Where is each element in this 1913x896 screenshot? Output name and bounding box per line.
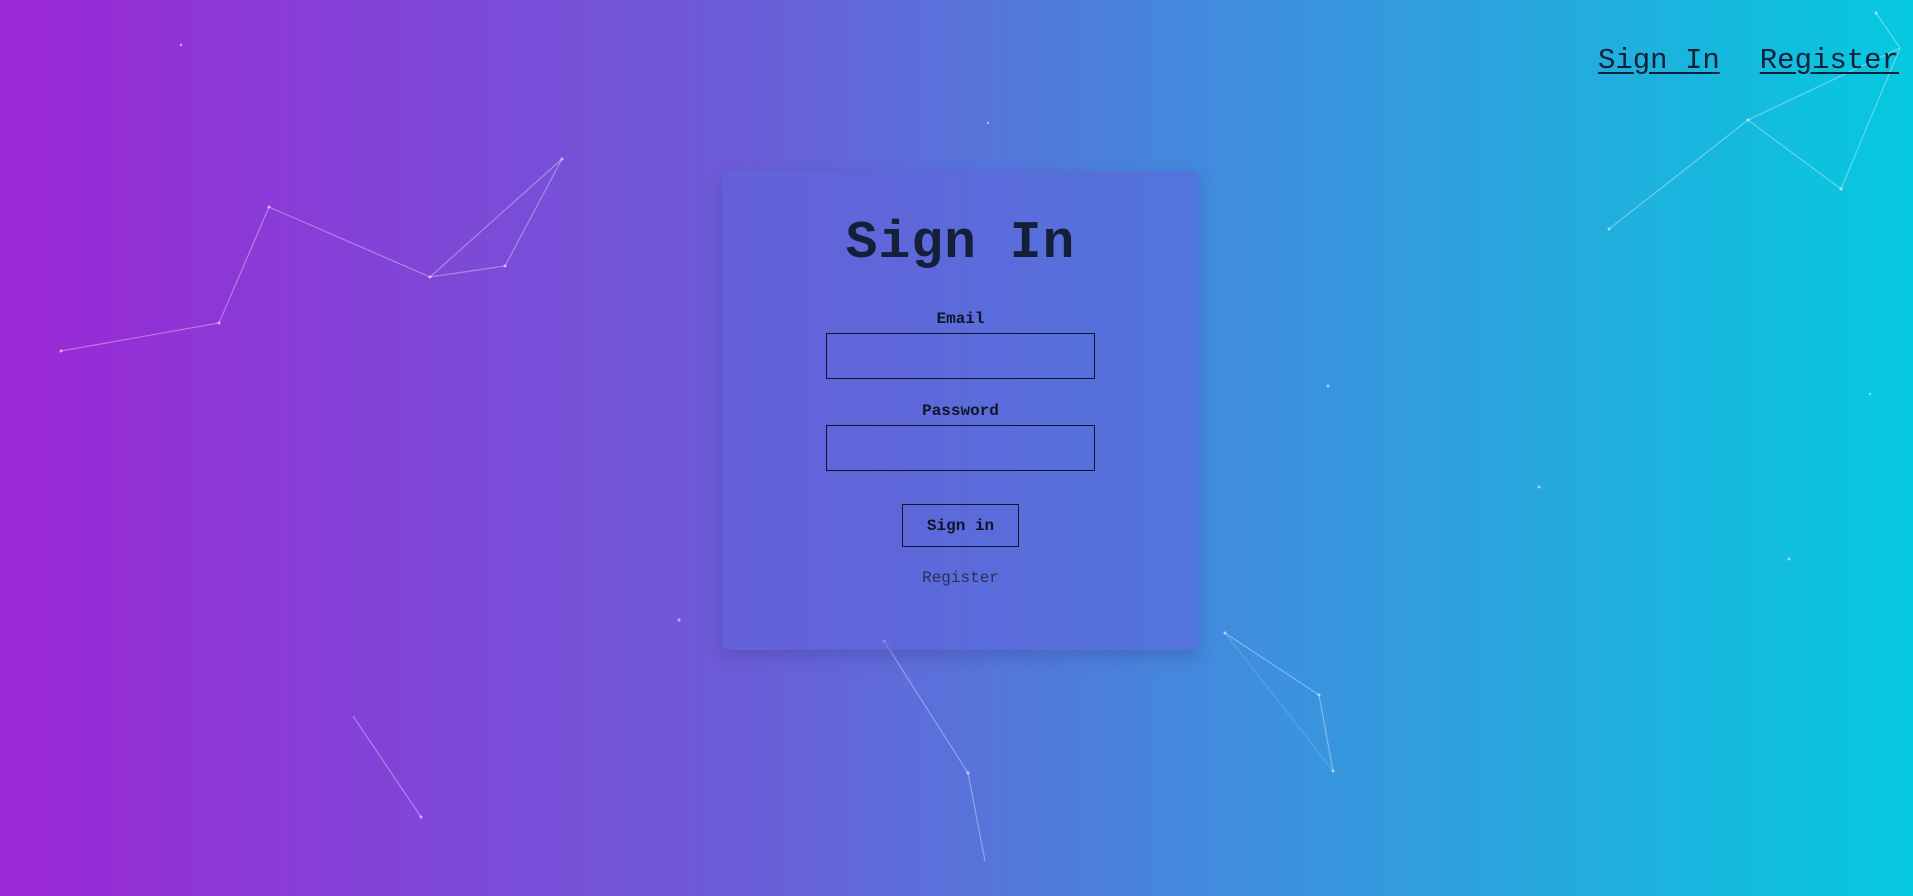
email-label: Email: [936, 310, 985, 328]
signin-card: Sign In Email Password Sign in Register: [722, 171, 1199, 650]
nav-signin-link[interactable]: Sign In: [1598, 44, 1720, 77]
password-field[interactable]: [826, 425, 1095, 471]
email-field[interactable]: [826, 333, 1095, 379]
register-link[interactable]: Register: [722, 569, 1199, 587]
signin-button[interactable]: Sign in: [902, 504, 1019, 547]
page-title: Sign In: [845, 213, 1076, 273]
top-nav: Sign In Register: [1598, 44, 1899, 77]
password-label: Password: [922, 402, 999, 420]
nav-register-link[interactable]: Register: [1760, 44, 1899, 77]
